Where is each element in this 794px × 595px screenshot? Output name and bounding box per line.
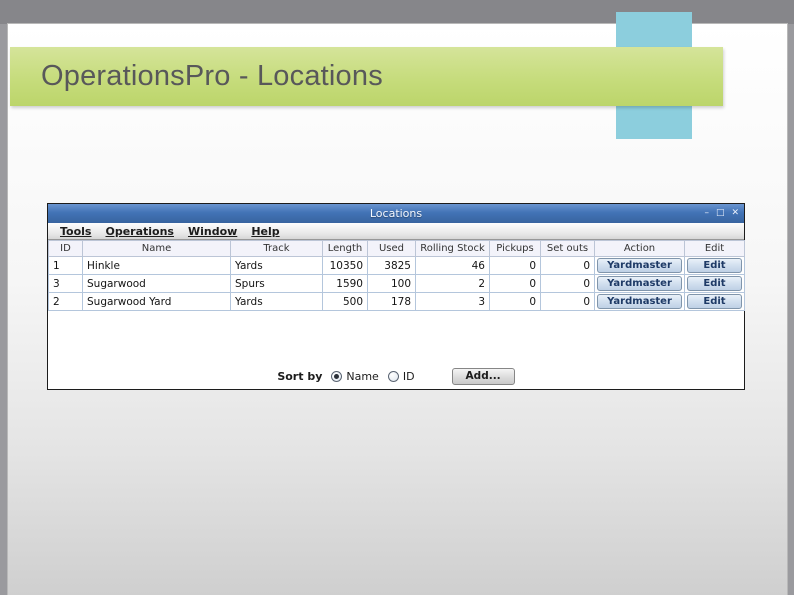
col-header-used: Used	[367, 240, 416, 257]
col-header-id: ID	[48, 240, 83, 257]
sort-controls: Sort by Name ID Add...	[48, 367, 744, 385]
menu-item-tools[interactable]: Tools	[53, 225, 98, 238]
sort-by-label: Sort by	[277, 369, 323, 383]
yardmaster-button[interactable]: Yardmaster	[597, 276, 682, 291]
cell-name: Hinkle	[82, 256, 231, 275]
locations-table: ID Name Track Length Used Rolling Stock …	[48, 240, 745, 311]
minimize-icon[interactable]: –	[704, 209, 709, 218]
cell-track: Yards	[230, 256, 323, 275]
slide-canvas: OperationsPro - Locations Locations – □ …	[0, 0, 794, 595]
maximize-icon[interactable]: □	[716, 209, 725, 218]
col-header-set-outs: Set outs	[540, 240, 595, 257]
cell-used: 178	[367, 292, 416, 311]
window-title: Locations	[369, 207, 423, 220]
name-radio[interactable]	[331, 370, 343, 382]
edit-button[interactable]: Edit	[687, 294, 742, 309]
sort-id-option: ID	[387, 369, 415, 383]
edit-button[interactable]: Edit	[687, 258, 742, 273]
cell-id: 3	[48, 274, 83, 293]
cell-id: 2	[48, 292, 83, 311]
cell-used: 3825	[367, 256, 416, 275]
close-icon[interactable]: ✕	[731, 209, 739, 218]
cell-pickups: 0	[489, 256, 541, 275]
table-row: 3 Sugarwood Spurs 1590 100 2 0 0 Yardmas…	[48, 274, 745, 293]
menu-item-help[interactable]: Help	[244, 225, 286, 238]
cell-pickups: 0	[489, 274, 541, 293]
cell-used: 100	[367, 274, 416, 293]
cell-id: 1	[48, 256, 83, 275]
edit-button[interactable]: Edit	[687, 276, 742, 291]
cell-length: 10350	[322, 256, 368, 275]
col-header-rolling-stock: Rolling Stock	[415, 240, 490, 257]
menu-bar: Tools Operations Window Help	[48, 223, 744, 240]
cell-set-outs: 0	[540, 256, 595, 275]
cell-rolling-stock: 46	[415, 256, 490, 275]
menu-item-window[interactable]: Window	[181, 225, 244, 238]
cell-length: 1590	[322, 274, 368, 293]
cell-length: 500	[322, 292, 368, 311]
col-header-track: Track	[230, 240, 323, 257]
slide-title-bar: OperationsPro - Locations	[10, 47, 723, 106]
cell-track: Spurs	[230, 274, 323, 293]
add-button[interactable]: Add...	[451, 367, 515, 385]
id-radio[interactable]	[387, 370, 399, 382]
name-radio-label: Name	[346, 369, 379, 383]
table-header-row: ID Name Track Length Used Rolling Stock …	[48, 240, 745, 257]
cell-set-outs: 0	[540, 292, 595, 311]
yardmaster-button[interactable]: Yardmaster	[597, 294, 682, 309]
id-radio-label: ID	[402, 369, 415, 383]
sort-name-option: Name	[331, 369, 379, 383]
menu-item-operations[interactable]: Operations	[98, 225, 181, 238]
col-header-action: Action	[594, 240, 685, 257]
col-header-name: Name	[82, 240, 231, 257]
cell-track: Yards	[230, 292, 323, 311]
col-header-edit: Edit	[684, 240, 745, 257]
cell-pickups: 0	[489, 292, 541, 311]
col-header-length: Length	[322, 240, 368, 257]
cell-rolling-stock: 2	[415, 274, 490, 293]
table-row: 1 Hinkle Yards 10350 3825 46 0 0 Yardmas…	[48, 256, 745, 275]
yardmaster-button[interactable]: Yardmaster	[597, 258, 682, 273]
slide-title: OperationsPro - Locations	[41, 60, 383, 92]
cell-rolling-stock: 3	[415, 292, 490, 311]
col-header-pickups: Pickups	[489, 240, 541, 257]
app-window: Locations – □ ✕ Tools Operations Window …	[47, 203, 745, 390]
window-titlebar[interactable]: Locations – □ ✕	[48, 204, 744, 223]
table-row: 2 Sugarwood Yard Yards 500 178 3 0 0 Yar…	[48, 292, 745, 311]
cell-name: Sugarwood Yard	[82, 292, 231, 311]
cell-set-outs: 0	[540, 274, 595, 293]
cell-name: Sugarwood	[82, 274, 231, 293]
window-controls: – □ ✕	[704, 204, 739, 223]
